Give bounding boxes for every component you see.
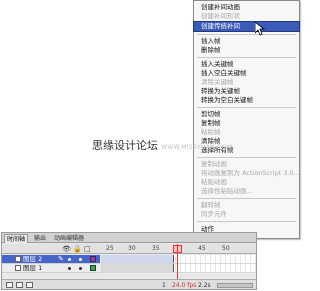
menu-item-create-shape-tween[interactable]: 创建补间形状 xyxy=(194,12,299,21)
menu-item-paste-motion[interactable]: 粘贴动画 xyxy=(194,178,299,187)
frame-track[interactable] xyxy=(101,264,256,273)
menu-item-paste-frames[interactable]: 粘贴帧 xyxy=(194,128,299,137)
layer-cell[interactable]: 图层 2 ✎ xyxy=(2,255,100,264)
menu-item-insert-blank-keyframe[interactable]: 插入空白关键帧 xyxy=(194,69,299,78)
mouse-cursor-icon xyxy=(255,22,265,36)
frame-ruler[interactable]: 👁 🔒 □ 25 30 35 40 45 50 xyxy=(2,244,256,254)
menu-item-convert-to-keyframes[interactable]: 转换为关键帧 xyxy=(194,87,299,96)
visibility-dot[interactable] xyxy=(68,267,71,270)
menu-item-copy-motion[interactable]: 复制动画 xyxy=(194,160,299,169)
menu-separator xyxy=(197,34,296,35)
ruler-tick: 50 xyxy=(222,245,230,252)
ruler-tick: 25 xyxy=(106,245,114,252)
visibility-dot[interactable] xyxy=(68,258,71,261)
layer-icon xyxy=(15,265,21,271)
current-frame: 1 xyxy=(162,282,166,289)
layer-row-1[interactable]: 图层 1 xyxy=(2,264,256,273)
outline-icon[interactable]: □ xyxy=(84,245,91,253)
timeline-bottom-bar: 1 24.0 fps 2.2s xyxy=(2,279,256,289)
frame-track[interactable] xyxy=(101,255,256,264)
layer-color-swatch[interactable] xyxy=(90,256,96,262)
tab-output[interactable]: 输出 xyxy=(32,234,48,243)
watermark: 思缘设计论坛 WWW.MISSYUAN.COM xyxy=(92,137,232,153)
context-menu: 创建补间动画 创建补间形状 创建传统补间 插入帧 删除帧 插入关键帧 插入空白关… xyxy=(193,0,300,239)
menu-separator xyxy=(197,221,296,222)
pencil-icon: ✎ xyxy=(58,255,64,263)
menu-separator xyxy=(197,107,296,108)
new-layer-icon[interactable] xyxy=(6,282,13,288)
horizontal-scrollbar[interactable] xyxy=(217,283,253,288)
menu-item-convert-to-blank-keyframes[interactable]: 转换为空白关键帧 xyxy=(194,96,299,105)
menu-separator xyxy=(197,198,296,199)
menu-item-insert-keyframe[interactable]: 插入关键帧 xyxy=(194,60,299,69)
menu-item-synchronize-symbols[interactable]: 同步元件 xyxy=(194,210,299,219)
menu-item-create-classic-tween[interactable]: 创建传统补间 xyxy=(193,21,300,32)
elapsed-time: 2.2s xyxy=(198,282,211,289)
menu-item-create-motion-tween[interactable]: 创建补间动画 xyxy=(194,3,299,12)
timeline-panel: 时间轴 输出 动画编辑器 👁 🔒 □ 25 30 35 40 45 50 图层 … xyxy=(1,232,257,290)
menu-item-reverse-frames[interactable]: 翻转帧 xyxy=(194,201,299,210)
panel-tab-bar: 时间轴 输出 动画编辑器 xyxy=(2,233,256,243)
layer-name: 图层 2 xyxy=(23,255,43,263)
menu-separator xyxy=(197,157,296,158)
frame-span[interactable] xyxy=(101,264,174,272)
lock-icon[interactable]: 🔒 xyxy=(73,245,82,253)
delete-layer-icon[interactable] xyxy=(26,282,33,288)
menu-item-copy-motion-as-as3[interactable]: 将动画复制为 ActionScript 3.0... xyxy=(194,169,299,178)
lock-dot[interactable] xyxy=(79,267,82,270)
lock-dot[interactable] xyxy=(79,258,82,261)
frame-rate: 24.0 fps xyxy=(172,282,197,289)
layer-icon xyxy=(15,256,21,262)
menu-item-clear-keyframe[interactable]: 清除关键帧 xyxy=(194,78,299,87)
eye-icon[interactable]: 👁 xyxy=(62,245,71,253)
menu-separator xyxy=(197,57,296,58)
layer-color-swatch[interactable] xyxy=(90,265,96,271)
tab-motion-editor[interactable]: 动画编辑器 xyxy=(52,234,86,243)
layer-row-2[interactable]: 图层 2 ✎ xyxy=(2,255,256,264)
new-folder-icon[interactable] xyxy=(16,282,23,288)
tab-timeline[interactable]: 时间轴 xyxy=(4,234,29,243)
layer-cell[interactable]: 图层 1 xyxy=(2,264,100,273)
menu-item-insert-frame[interactable]: 插入帧 xyxy=(194,37,299,46)
ruler-tick: 30 xyxy=(128,245,136,252)
menu-item-copy-frames[interactable]: 复制帧 xyxy=(194,119,299,128)
ruler-tick: 35 xyxy=(152,245,160,252)
ruler-tick: 45 xyxy=(198,245,206,252)
layer-name: 图层 1 xyxy=(23,264,43,272)
frame-span[interactable] xyxy=(101,255,174,263)
menu-item-paste-motion-special[interactable]: 选择性粘贴动画... xyxy=(194,187,299,196)
menu-item-remove-frames[interactable]: 删除帧 xyxy=(194,46,299,55)
menu-item-cut-frames[interactable]: 剪切帧 xyxy=(194,110,299,119)
watermark-site: WWW.MISSYUAN.COM xyxy=(161,144,233,151)
watermark-text: 思缘设计论坛 xyxy=(92,139,158,152)
